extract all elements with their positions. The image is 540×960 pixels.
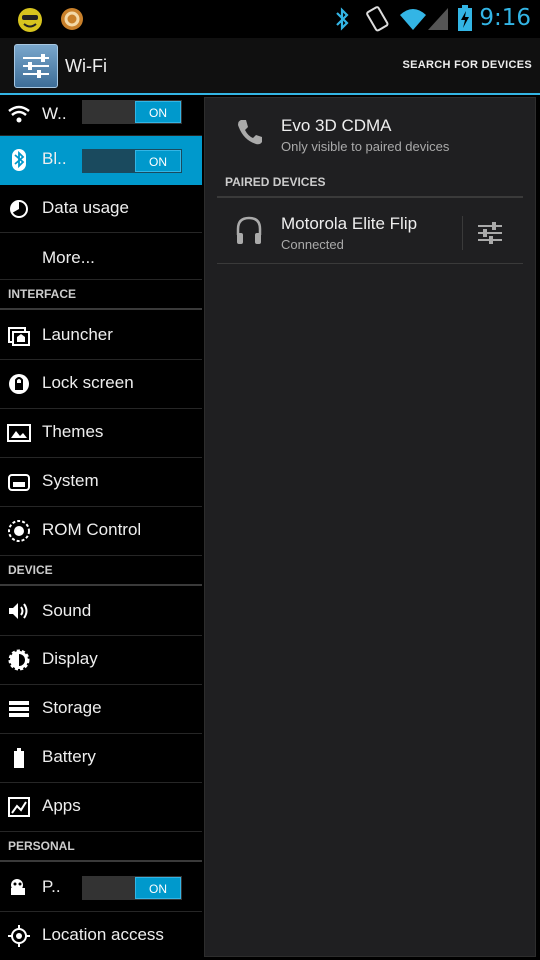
toggle-on: ON	[135, 877, 181, 899]
sidebar-item-label: Storage	[42, 698, 102, 717]
status-bar: 9:16	[0, 0, 540, 38]
wifi-icon	[400, 9, 426, 30]
sidebar-item-data-usage[interactable]: Data usage	[0, 185, 202, 233]
sidebar-item-label: Bl..	[42, 149, 67, 168]
themes-icon	[7, 424, 31, 442]
battery-icon	[458, 5, 472, 31]
sidebar-item-storage[interactable]: Storage	[0, 685, 202, 734]
sound-icon	[9, 603, 28, 619]
pie-toggle[interactable]: ON	[82, 876, 182, 900]
wifi-toggle[interactable]: ON	[82, 100, 182, 124]
display-icon	[8, 649, 30, 671]
search-for-devices-button[interactable]: SEARCH FOR DEVICES	[403, 59, 532, 71]
sidebar-item-label: Data usage	[42, 198, 129, 217]
bluetooth-toggle[interactable]: ON	[82, 149, 182, 173]
sidebar-item-more[interactable]: More...	[0, 233, 202, 280]
rom-control-icon	[8, 520, 30, 542]
toggle-on: ON	[135, 101, 181, 123]
sidebar-item-label: P..	[42, 877, 61, 896]
sidebar-item-rom-control[interactable]: ROM Control	[0, 507, 202, 556]
sidebar-item-label: Battery	[42, 747, 96, 766]
clock: 9:16	[479, 5, 531, 31]
sidebar-item-apps[interactable]: Apps	[0, 783, 202, 832]
toggle-on: ON	[135, 150, 181, 172]
paired-device-name: Motorola Elite Flip	[281, 214, 418, 233]
section-header-device: DEVICE	[0, 556, 202, 586]
sidebar-item-themes[interactable]: Themes	[0, 409, 202, 458]
sidebar-item-system[interactable]: System	[0, 458, 202, 507]
device-settings-icon[interactable]	[475, 218, 505, 248]
headset-icon	[236, 216, 262, 244]
data-usage-icon	[10, 200, 28, 218]
settings-list: W.. ON Bl.. ON Data usage More... INTERF…	[0, 95, 202, 960]
location-icon	[8, 925, 30, 947]
section-header-interface: INTERFACE	[0, 280, 202, 310]
lock-icon	[9, 374, 29, 394]
sidebar-item-sound[interactable]: Sound	[0, 586, 202, 636]
divider	[217, 263, 523, 264]
sidebar-item-label: System	[42, 471, 99, 490]
sidebar-item-label: Sound	[42, 601, 92, 620]
sidebar-item-launcher[interactable]: Launcher	[0, 310, 202, 360]
battery-icon	[14, 748, 24, 768]
wifi-icon	[8, 105, 30, 123]
sidebar-item-label: ROM Control	[42, 520, 142, 539]
storage-icon	[9, 701, 29, 717]
sidebar-item-label: More...	[42, 248, 95, 267]
phone-icon	[238, 120, 262, 145]
bluetooth-panel: Evo 3D CDMA Only visible to paired devic…	[204, 97, 536, 957]
apps-icon	[8, 797, 30, 817]
page-title[interactable]: Wi-Fi	[65, 56, 107, 77]
device-visibility: Only visible to paired devices	[281, 139, 450, 154]
paired-devices-header: PAIRED DEVICES	[225, 175, 326, 189]
sidebar-item-label: Launcher	[42, 325, 113, 344]
device-name: Evo 3D CDMA	[281, 116, 392, 135]
sidebar-item-lock-screen[interactable]: Lock screen	[0, 360, 202, 409]
vibrate-icon	[366, 6, 389, 32]
section-header-label: INTERFACE	[8, 287, 77, 301]
section-header-label: PERSONAL	[8, 839, 75, 853]
sidebar-item-label: W..	[42, 104, 67, 123]
paired-device-status: Connected	[281, 237, 344, 252]
divider	[217, 196, 523, 198]
system-icon	[8, 474, 30, 491]
settings-app-icon[interactable]	[14, 44, 58, 88]
sidebar-item-bluetooth[interactable]: Bl.. ON	[0, 136, 202, 185]
signal-icon	[428, 8, 448, 30]
this-device-row[interactable]: Evo 3D CDMA Only visible to paired devic…	[205, 98, 535, 168]
bluetooth-icon	[336, 7, 349, 31]
pie-icon	[11, 879, 25, 895]
sidebar-item-pie[interactable]: P.. ON	[0, 862, 202, 912]
paired-device-row[interactable]: Motorola Elite Flip Connected	[217, 199, 461, 263]
sidebar-item-label: Themes	[42, 422, 104, 441]
section-header-label: DEVICE	[8, 563, 53, 577]
sidebar-item-label: Apps	[42, 796, 81, 815]
sidebar-item-display[interactable]: Display	[0, 636, 202, 685]
sidebar-item-label: Display	[42, 649, 98, 668]
sliders-icon	[23, 54, 49, 78]
action-bar: Wi-Fi SEARCH FOR DEVICES	[0, 38, 540, 95]
sidebar-item-label: Lock screen	[42, 373, 134, 392]
launcher-icon	[8, 327, 30, 346]
divider	[462, 216, 463, 250]
section-header-personal: PERSONAL	[0, 832, 202, 862]
notification-icon	[61, 8, 83, 30]
sidebar-item-battery[interactable]: Battery	[0, 734, 202, 783]
sidebar-item-label: Location access	[42, 925, 164, 944]
smiley-icon	[18, 8, 42, 32]
sidebar-item-location-access[interactable]: Location access	[0, 912, 202, 960]
sidebar-item-wifi[interactable]: W.. ON	[0, 95, 202, 136]
bluetooth-icon	[12, 149, 26, 171]
